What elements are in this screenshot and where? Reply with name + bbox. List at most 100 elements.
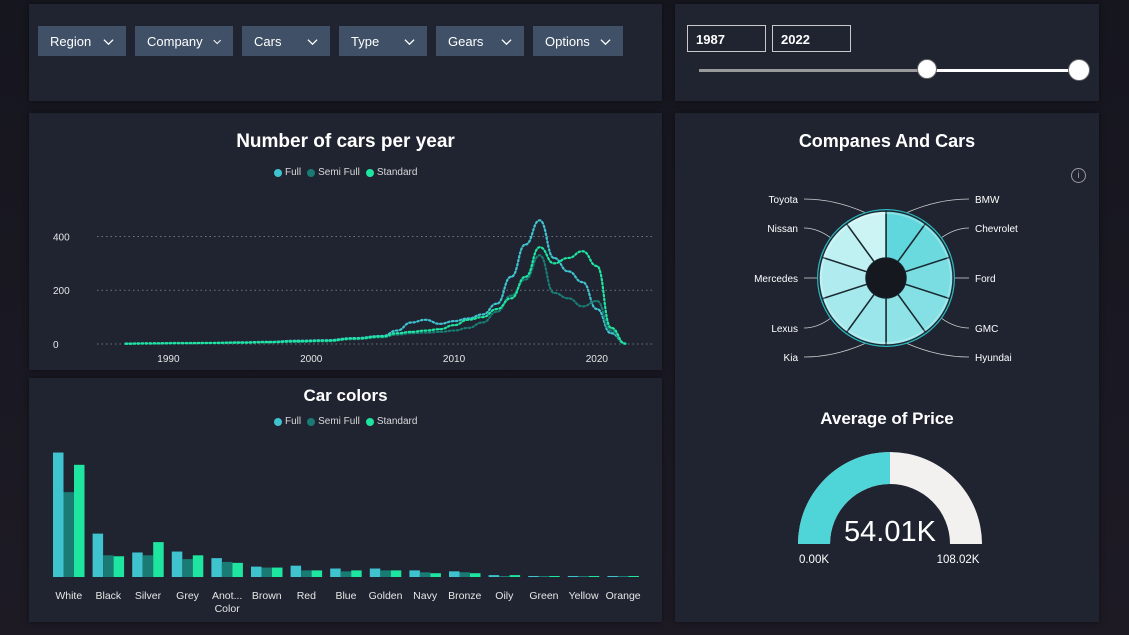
bar-standard[interactable]	[351, 570, 362, 577]
data-point[interactable]	[567, 297, 570, 300]
bar-semi-full[interactable]	[419, 572, 431, 577]
bar-full[interactable]	[211, 558, 222, 577]
start-year-input[interactable]: 1987	[687, 25, 766, 52]
data-point[interactable]	[353, 337, 355, 340]
data-point[interactable]	[438, 331, 441, 333]
data-point[interactable]	[495, 308, 498, 310]
bar-semi-full[interactable]	[182, 559, 193, 577]
bar-standard[interactable]	[470, 573, 481, 577]
data-point[interactable]	[410, 321, 413, 324]
data-point[interactable]	[381, 335, 384, 338]
data-point[interactable]	[524, 278, 527, 281]
data-point[interactable]	[538, 254, 541, 257]
bar-standard[interactable]	[153, 542, 164, 577]
slicer-gears[interactable]: Gears	[436, 26, 524, 56]
bar-standard[interactable]	[390, 570, 402, 577]
series-line-full[interactable]	[124, 219, 627, 345]
data-point[interactable]	[610, 326, 613, 329]
bar-full[interactable]	[330, 568, 341, 577]
data-point[interactable]	[524, 275, 527, 278]
bar-full[interactable]	[567, 576, 579, 577]
bar-semi-full[interactable]	[499, 576, 510, 577]
data-point[interactable]	[210, 342, 213, 344]
bar-standard[interactable]	[588, 576, 600, 577]
data-point[interactable]	[238, 341, 241, 344]
data-point[interactable]	[424, 318, 427, 321]
series-line-standard[interactable]	[124, 246, 627, 345]
slicer-company[interactable]: Company	[135, 26, 233, 56]
data-point[interactable]	[567, 270, 570, 273]
data-point[interactable]	[581, 305, 584, 308]
year-slider-end-handle[interactable]	[1068, 59, 1090, 81]
bar-standard[interactable]	[509, 575, 521, 577]
year-slider-start-handle[interactable]	[917, 59, 937, 79]
data-point[interactable]	[481, 316, 484, 319]
data-point[interactable]	[553, 257, 555, 259]
data-point[interactable]	[453, 320, 455, 323]
data-point[interactable]	[538, 219, 541, 222]
bar-semi-full[interactable]	[617, 576, 629, 577]
data-point[interactable]	[424, 329, 427, 332]
data-point[interactable]	[396, 329, 398, 332]
legend-item-standard[interactable]: Standard	[365, 167, 417, 178]
bar-standard[interactable]	[628, 576, 639, 577]
data-point[interactable]	[396, 332, 398, 335]
legend-item-full[interactable]: Full	[274, 167, 301, 178]
data-point[interactable]	[510, 297, 513, 300]
bar-full[interactable]	[409, 570, 420, 577]
data-point[interactable]	[438, 328, 441, 331]
bar-semi-full[interactable]	[221, 561, 233, 577]
data-point[interactable]	[510, 294, 513, 297]
slicer-options[interactable]: Options	[533, 26, 623, 56]
legend-item-semi-full[interactable]: Semi Full	[307, 167, 360, 178]
data-point[interactable]	[453, 329, 455, 332]
bar-semi-full[interactable]	[340, 571, 352, 577]
bar-semi-full[interactable]	[459, 572, 471, 577]
data-point[interactable]	[410, 331, 413, 333]
data-point[interactable]	[267, 341, 270, 344]
data-point[interactable]	[495, 310, 498, 313]
data-point[interactable]	[510, 275, 513, 278]
end-year-input[interactable]: 2022	[772, 25, 851, 52]
data-point[interactable]	[296, 340, 298, 343]
bar-full[interactable]	[449, 571, 460, 577]
data-point[interactable]	[324, 339, 327, 342]
bar-standard[interactable]	[272, 567, 283, 577]
data-point[interactable]	[467, 326, 470, 329]
data-point[interactable]	[181, 342, 184, 345]
data-point[interactable]	[595, 308, 598, 310]
slicer-type[interactable]: Type	[339, 26, 427, 56]
legend-item-semi-full[interactable]: Semi Full	[307, 416, 360, 427]
data-point[interactable]	[553, 262, 555, 265]
series-line-semi-full[interactable]	[124, 254, 627, 345]
data-point[interactable]	[624, 342, 627, 345]
bar-full[interactable]	[607, 576, 618, 577]
data-point[interactable]	[424, 331, 427, 334]
bar-full[interactable]	[53, 452, 64, 577]
slicer-region[interactable]: Region	[38, 26, 126, 56]
bar-semi-full[interactable]	[63, 492, 75, 577]
data-point[interactable]	[595, 300, 598, 302]
bar-semi-full[interactable]	[301, 570, 312, 577]
data-point[interactable]	[567, 257, 570, 259]
data-point[interactable]	[481, 313, 484, 316]
bar-semi-full[interactable]	[103, 555, 114, 577]
bar-full[interactable]	[488, 575, 500, 577]
data-point[interactable]	[481, 321, 484, 324]
data-point[interactable]	[467, 318, 470, 321]
slicer-cars[interactable]: Cars	[242, 26, 330, 56]
bar-semi-full[interactable]	[142, 555, 154, 577]
data-point[interactable]	[453, 324, 455, 327]
data-point[interactable]	[438, 322, 441, 325]
data-point[interactable]	[124, 342, 127, 345]
legend-item-full[interactable]: Full	[274, 416, 301, 427]
bar-semi-full[interactable]	[538, 576, 550, 577]
data-point[interactable]	[553, 292, 555, 294]
bar-standard[interactable]	[192, 555, 204, 577]
bar-full[interactable]	[290, 565, 302, 577]
data-point[interactable]	[581, 281, 584, 284]
data-point[interactable]	[538, 246, 541, 249]
bar-standard[interactable]	[549, 576, 560, 577]
bar-full[interactable]	[132, 552, 143, 577]
bar-full[interactable]	[251, 566, 262, 577]
